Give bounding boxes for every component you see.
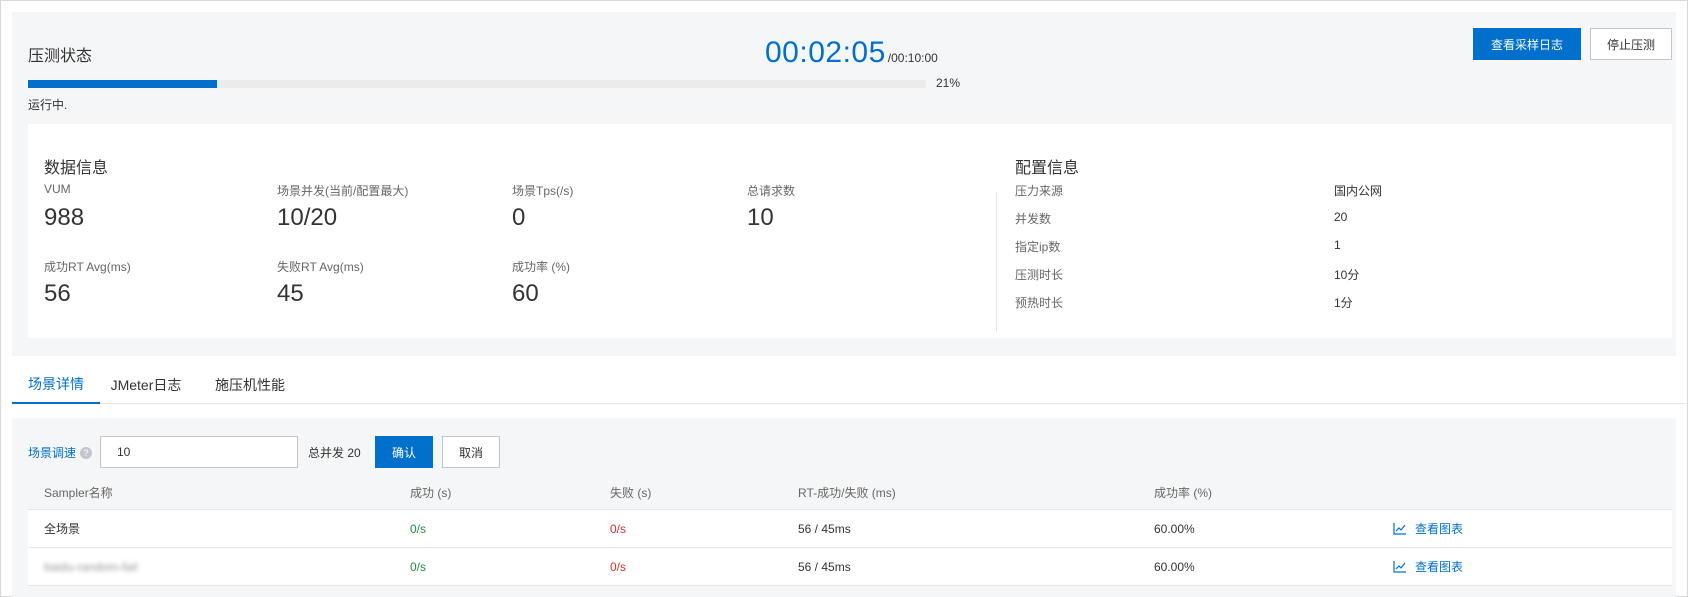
view-sampling-log-button[interactable]: 查看采样日志 bbox=[1473, 28, 1581, 60]
config-value-duration: 10分 bbox=[1334, 268, 1360, 282]
metric-label-tps: 场景Tps(/s) bbox=[512, 184, 574, 198]
metric-value-success-rt: 56 bbox=[44, 280, 71, 307]
rt-value: 56 / 45ms bbox=[798, 521, 851, 536]
config-label-concurrency: 并发数 bbox=[1015, 212, 1052, 226]
info-divider bbox=[996, 192, 997, 332]
table-row: 全场景 0/s 0/s 56 / 45ms 60.00% 查看图表 bbox=[28, 510, 1672, 548]
view-chart-link[interactable]: 查看图表 bbox=[1393, 510, 1463, 547]
view-chart-link[interactable]: 查看图表 bbox=[1393, 548, 1463, 585]
metric-label-concurrency: 场景并发(当前/配置最大) bbox=[277, 184, 409, 198]
metric-label-vum: VUM bbox=[44, 182, 71, 196]
view-chart-label: 查看图表 bbox=[1415, 522, 1464, 536]
column-header: 成功率 (%) bbox=[1154, 486, 1212, 500]
config-value-warmup: 1分 bbox=[1334, 296, 1353, 310]
cancel-button[interactable]: 取消 bbox=[442, 436, 500, 468]
config-label-duration: 压测时长 bbox=[1015, 268, 1064, 282]
total-concurrency: 总并发 20 bbox=[308, 446, 361, 460]
status-title: 压测状态 bbox=[28, 48, 93, 65]
speed-control-label: 场景调速 ? bbox=[28, 444, 93, 461]
timer-elapsed: 00:02:05 bbox=[765, 36, 886, 69]
timer: 00:02:05 /00:10:00 bbox=[765, 36, 938, 70]
status-panel: 压测状态 00:02:05 /00:10:00 查看采样日志 停止压测 21% … bbox=[12, 12, 1676, 356]
column-header: RT-成功/失败 (ms) bbox=[798, 486, 896, 500]
column-header: Sampler名称 bbox=[44, 486, 113, 500]
info-card: 数据信息 VUM 988 场景并发(当前/配置最大) 10/20 场景Tps(/… bbox=[28, 124, 1672, 338]
sampler-name: baidu-random-fail bbox=[44, 559, 138, 574]
metric-value-total-requests: 10 bbox=[747, 204, 774, 231]
data-info-title: 数据信息 bbox=[44, 160, 109, 177]
metric-value-fail-rt: 45 bbox=[277, 280, 304, 307]
metric-value-tps: 0 bbox=[512, 204, 526, 231]
success-rate-value: 60.00% bbox=[1154, 521, 1195, 536]
line-chart-icon bbox=[1393, 522, 1406, 535]
metric-label-success-rt: 成功RT Avg(ms) bbox=[44, 260, 131, 274]
config-value-concurrency: 20 bbox=[1334, 210, 1348, 224]
line-chart-icon bbox=[1393, 560, 1406, 573]
fail-value: 0/s bbox=[610, 521, 627, 536]
table-row: baidu-random-fail 0/s 0/s 56 / 45ms 60.0… bbox=[28, 548, 1672, 586]
metric-value-success-rate: 60 bbox=[512, 280, 539, 307]
config-label-pressure-source: 压力来源 bbox=[1015, 184, 1064, 198]
sampler-name: 全场景 bbox=[44, 522, 81, 536]
speed-input[interactable] bbox=[100, 436, 298, 468]
table-header: Sampler名称 成功 (s) 失败 (s) RT-成功/失败 (ms) 成功… bbox=[28, 476, 1672, 510]
config-info-title: 配置信息 bbox=[1015, 160, 1080, 177]
tab-bar: 场景详情 JMeter日志 施压机性能 bbox=[12, 366, 1688, 404]
confirm-button[interactable]: 确认 bbox=[375, 436, 433, 468]
config-value-pressure-source: 国内公网 bbox=[1334, 184, 1383, 198]
sampler-table: Sampler名称 成功 (s) 失败 (s) RT-成功/失败 (ms) 成功… bbox=[28, 476, 1672, 586]
tab-jmeter-log[interactable]: JMeter日志 bbox=[100, 366, 192, 404]
tab-load-machine-performance[interactable]: 施压机性能 bbox=[192, 366, 308, 404]
rt-value: 56 / 45ms bbox=[798, 559, 851, 574]
stop-test-button[interactable]: 停止压测 bbox=[1590, 28, 1672, 60]
progress-percent: 21% bbox=[936, 76, 961, 90]
progress-bar bbox=[28, 80, 926, 88]
view-chart-label: 查看图表 bbox=[1415, 560, 1464, 574]
speed-control-label-text: 场景调速 bbox=[28, 446, 77, 460]
run-state: 运行中. bbox=[28, 98, 68, 112]
fail-value: 0/s bbox=[610, 559, 627, 574]
success-value: 0/s bbox=[410, 521, 427, 536]
progress-bar-fill bbox=[28, 80, 217, 88]
metric-label-success-rate: 成功率 (%) bbox=[512, 260, 570, 274]
metric-value-concurrency: 10/20 bbox=[277, 204, 338, 231]
success-value: 0/s bbox=[410, 559, 427, 574]
config-value-ip-count: 1 bbox=[1334, 238, 1341, 252]
help-icon[interactable]: ? bbox=[80, 446, 93, 459]
config-label-ip-count: 指定ip数 bbox=[1015, 240, 1061, 254]
config-label-warmup: 预热时长 bbox=[1015, 296, 1064, 310]
tab-scene-details[interactable]: 场景详情 bbox=[12, 366, 100, 404]
timer-total: /00:10:00 bbox=[887, 51, 938, 65]
success-rate-value: 60.00% bbox=[1154, 559, 1195, 574]
metric-value-vum: 988 bbox=[44, 204, 85, 231]
column-header: 失败 (s) bbox=[610, 486, 652, 500]
metric-label-total-requests: 总请求数 bbox=[747, 184, 796, 198]
scene-details-panel: 场景调速 ? 总并发 20 确认 取消 Sampler名称 成功 (s) 失败 … bbox=[12, 418, 1676, 597]
column-header: 成功 (s) bbox=[410, 486, 452, 500]
metric-label-fail-rt: 失败RT Avg(ms) bbox=[277, 260, 364, 274]
